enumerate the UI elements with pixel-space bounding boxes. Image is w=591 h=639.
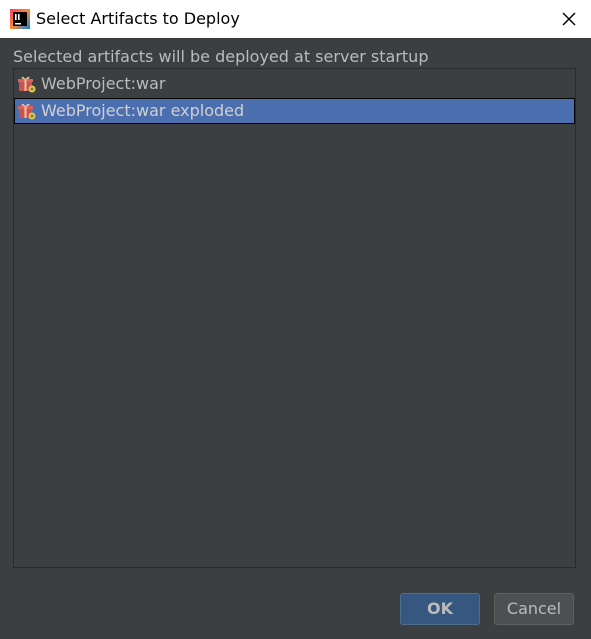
- close-icon[interactable]: [561, 11, 577, 27]
- window-title: Select Artifacts to Deploy: [36, 9, 240, 28]
- intellij-idea-icon: [10, 9, 30, 29]
- artifact-gift-icon: [18, 102, 36, 120]
- cancel-button[interactable]: Cancel: [494, 593, 574, 625]
- list-item-webproject-war-exploded[interactable]: WebProject:war exploded: [14, 98, 575, 124]
- title-bar: Select Artifacts to Deploy: [0, 0, 591, 38]
- artifact-gift-icon: [18, 75, 36, 93]
- dialog-description: Selected artifacts will be deployed at s…: [13, 47, 429, 66]
- artifact-label: WebProject:war: [41, 74, 166, 93]
- ok-button[interactable]: OK: [400, 593, 480, 625]
- list-item-webproject-war[interactable]: WebProject:war: [14, 71, 575, 97]
- dialog-window: Select Artifacts to Deploy Selected arti…: [0, 0, 591, 639]
- artifact-label: WebProject:war exploded: [41, 101, 245, 120]
- artifact-list[interactable]: WebProject:war WebProject:war exploded: [13, 68, 576, 568]
